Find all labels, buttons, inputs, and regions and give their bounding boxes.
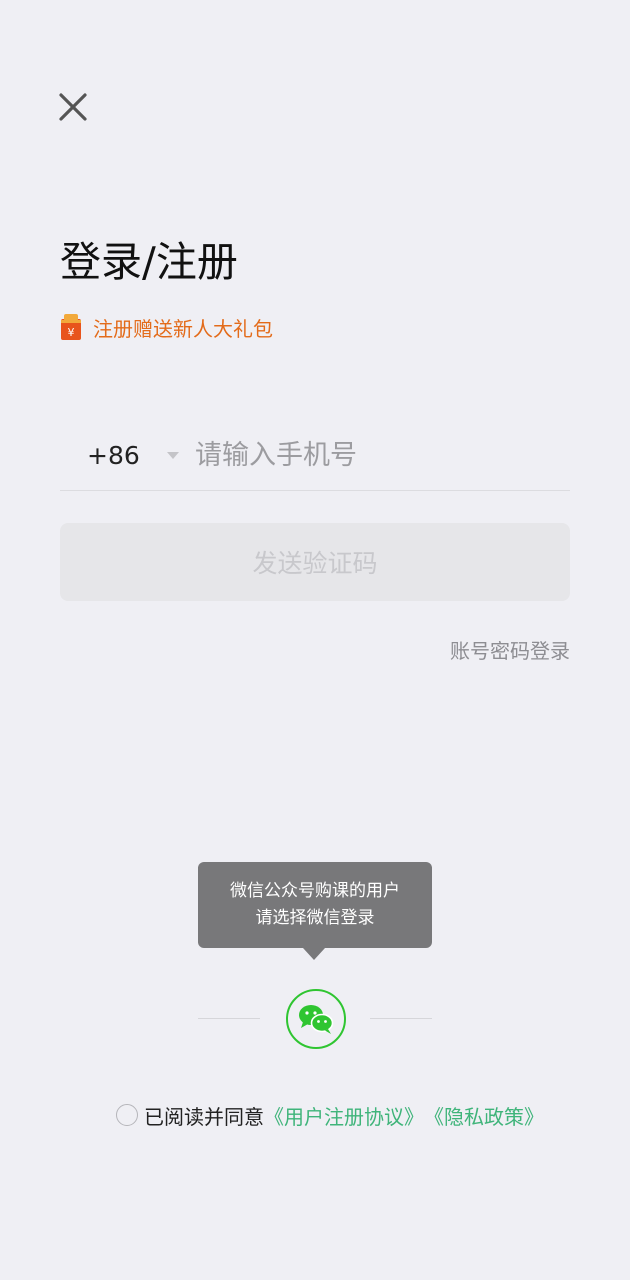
- send-code-button[interactable]: 发送验证码: [60, 523, 570, 601]
- gift-bag-icon: ¥: [61, 314, 81, 340]
- password-login-link[interactable]: 账号密码登录: [450, 635, 570, 664]
- promo-banner: ¥ 注册赠送新人大礼包: [60, 312, 273, 342]
- svg-text:¥: ¥: [68, 326, 75, 339]
- divider-right: [370, 1018, 432, 1019]
- tooltip-line-1: 微信公众号购课的用户: [230, 881, 400, 901]
- tooltip-arrow: [303, 948, 325, 960]
- wechat-tooltip: 微信公众号购课的用户 请选择微信登录: [198, 862, 432, 948]
- phone-row: +86: [60, 420, 570, 491]
- agreement-checkbox[interactable]: [116, 1104, 138, 1126]
- user-agreement-link[interactable]: 《用户注册协议》: [264, 1101, 424, 1130]
- agreement-text: 已阅读并同意: [144, 1104, 264, 1129]
- wechat-icon: [299, 1005, 334, 1034]
- close-icon: [59, 93, 87, 121]
- page-title: 登录/注册: [60, 238, 238, 286]
- tooltip-line-2: 请选择微信登录: [255, 908, 375, 928]
- wechat-login-button[interactable]: [286, 989, 346, 1049]
- agreement-row: 已阅读并同意 《用户注册协议》 《隐私政策》: [116, 1100, 544, 1130]
- phone-input[interactable]: [195, 439, 570, 471]
- caret-down-icon[interactable]: [167, 451, 179, 459]
- promo-text: 注册赠送新人大礼包: [93, 316, 273, 341]
- close-button[interactable]: [56, 90, 90, 124]
- privacy-policy-link[interactable]: 《隐私政策》: [424, 1101, 544, 1130]
- country-code-selector[interactable]: +86: [87, 441, 145, 470]
- divider-left: [198, 1018, 260, 1019]
